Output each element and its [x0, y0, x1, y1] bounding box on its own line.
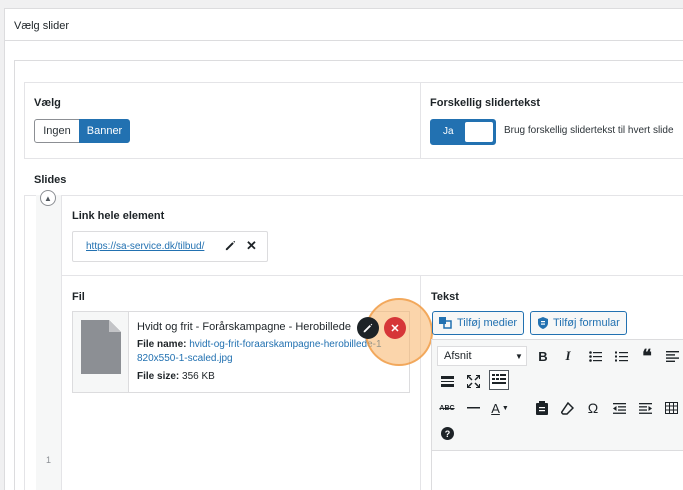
file-name-link-cont[interactable]: 820x550-1-scaled.jpg [137, 353, 233, 364]
delete-icon: ✕ [390, 322, 400, 335]
file-title: Hvidt og frit - Forårskampagne - Herobil… [137, 321, 351, 333]
option-ingen-button[interactable]: Ingen [34, 119, 80, 143]
slide-number: 1 [46, 455, 52, 465]
different-text-label: Forskellig slidertekst [430, 97, 541, 109]
delete-file-button[interactable]: ✕ [384, 317, 406, 339]
row-divider [62, 275, 683, 276]
collapse-icon[interactable]: ▲ [40, 190, 56, 206]
read-more-icon[interactable] [437, 371, 457, 391]
pencil-icon [363, 323, 373, 333]
toggle-knob [465, 122, 493, 142]
bullet-list-icon[interactable] [585, 346, 605, 366]
form-icon [538, 317, 548, 329]
chevron-down-icon: ▼ [515, 352, 523, 361]
horizontal-line-icon[interactable] [463, 398, 483, 418]
svg-text:?: ? [444, 429, 450, 439]
file-thumbnail [73, 312, 129, 392]
editor-content[interactable] [431, 451, 683, 490]
panel-title: Vælg slider [14, 20, 70, 32]
toolbar-toggle-icon[interactable] [489, 370, 509, 390]
special-character-icon[interactable]: Ω [583, 398, 603, 418]
file-size-row: File size: 356 KB [137, 371, 215, 382]
pencil-icon[interactable] [224, 239, 237, 255]
text-color-icon[interactable]: A ▼ [489, 398, 511, 418]
help-icon[interactable]: ? [437, 423, 457, 443]
media-icon [439, 317, 452, 329]
add-media-button[interactable]: Tilføj medier [432, 311, 525, 335]
outdent-icon[interactable] [609, 398, 629, 418]
italic-icon[interactable]: I [558, 346, 578, 366]
close-icon[interactable]: ✕ [246, 238, 257, 254]
panel-header [4, 8, 683, 41]
file-name-row: File name: hvidt-og-frit-foraarskampagne… [137, 339, 382, 350]
link-label: Link hele element [72, 210, 165, 222]
blockquote-icon[interactable]: ❝ [637, 346, 657, 366]
file-name-link[interactable]: hvidt-og-frit-foraarskampagne-herobilled… [189, 339, 381, 350]
choose-label: Vælg [34, 97, 61, 109]
file-label: Fil [72, 291, 85, 303]
file-size-value: 356 KB [182, 371, 215, 382]
option-banner-button[interactable]: Banner [79, 119, 130, 143]
strikethrough-icon[interactable]: ABC [437, 398, 457, 418]
add-media-label: Tilføj medier [457, 317, 518, 329]
edit-file-button[interactable] [357, 317, 379, 339]
paste-text-icon[interactable] [532, 398, 552, 418]
file-icon [81, 320, 121, 374]
slide-handle[interactable] [36, 195, 62, 490]
clear-formatting-icon[interactable] [557, 398, 577, 418]
file-name-label: File name: [137, 339, 187, 350]
add-form-button[interactable]: Tilføj formular [530, 311, 627, 335]
settings-divider [420, 82, 421, 159]
bold-icon[interactable]: B [533, 346, 553, 366]
align-left-icon[interactable] [662, 346, 682, 366]
numbered-list-icon[interactable] [611, 346, 631, 366]
indent-icon[interactable] [635, 398, 655, 418]
slides-label: Slides [34, 174, 67, 186]
file-size-label: File size: [137, 371, 180, 382]
text-label: Tekst [431, 291, 459, 303]
table-icon[interactable] [661, 398, 681, 418]
link-url[interactable]: https://sa-service.dk/tilbud/ [86, 241, 204, 252]
toggle-description: Brug forskellig slidertekst til hvert sl… [504, 125, 674, 136]
toggle-value: Ja [443, 126, 454, 137]
fullscreen-icon[interactable] [463, 371, 483, 391]
add-form-label: Tilføj formular [553, 317, 620, 329]
format-select[interactable]: Afsnit [437, 346, 527, 366]
